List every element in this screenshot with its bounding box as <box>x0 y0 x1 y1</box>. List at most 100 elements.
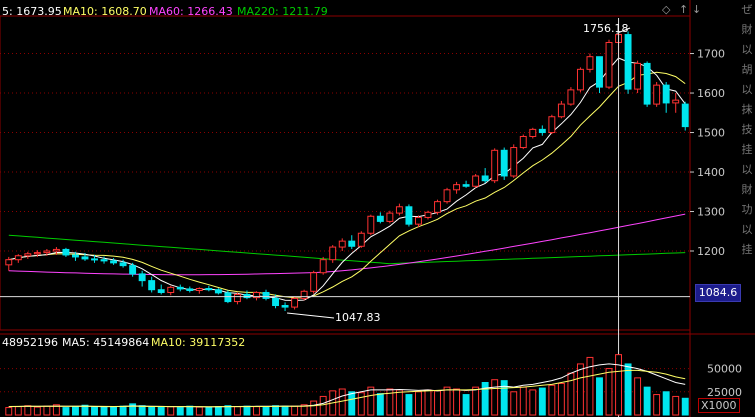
right-toolbar: ぜ財以胡以抹技挂以財功以挂 <box>739 0 755 417</box>
stock-chart[interactable]: 1200 1300 1400 1500 1600 1700 25000 50000 <box>0 0 755 417</box>
volume-bar <box>395 389 403 416</box>
volume-bar <box>567 372 575 416</box>
volume-bar <box>548 384 556 416</box>
volume-bar <box>462 394 470 416</box>
volume-bar <box>576 363 584 416</box>
candle-body <box>138 273 146 282</box>
candle-body <box>510 147 518 177</box>
candle-body <box>243 293 251 299</box>
side-tab-glyph[interactable]: 財 <box>740 183 754 197</box>
volume-bar <box>519 386 527 416</box>
candle-body <box>529 128 537 137</box>
candle-body <box>52 248 60 252</box>
candle-body <box>233 293 241 303</box>
candle-body <box>148 280 156 291</box>
ma5-line <box>8 57 686 301</box>
candle-body <box>81 256 89 260</box>
volume-bar <box>529 389 537 416</box>
candle-body <box>167 286 175 293</box>
side-tab-glyph[interactable]: 挂 <box>740 143 754 157</box>
diamond-icon[interactable]: ◇ <box>662 3 670 16</box>
low-pointer <box>287 312 335 319</box>
volume-bar <box>272 405 279 416</box>
candle-body <box>338 240 346 248</box>
candle-body <box>186 288 194 292</box>
candle-body <box>176 286 184 290</box>
volume-bar <box>167 406 175 416</box>
side-tab-glyph[interactable]: 以 <box>740 43 754 57</box>
volume-bar <box>205 407 213 416</box>
volume-bar <box>348 391 356 416</box>
side-tab-glyph[interactable]: 以 <box>740 163 754 177</box>
down-arrow-icon[interactable]: ↓ <box>692 3 701 16</box>
candle-body <box>472 175 480 187</box>
volume-bar <box>681 397 689 416</box>
candle-body <box>348 240 356 247</box>
volume-bar <box>615 354 622 416</box>
candle-body <box>62 248 70 256</box>
candle-body <box>681 103 689 128</box>
candle-body <box>605 41 613 88</box>
candle-body <box>291 297 299 308</box>
candle-body <box>386 212 394 222</box>
candle-body <box>643 62 651 105</box>
volume-bar <box>176 407 184 416</box>
volume-bar <box>453 388 461 416</box>
candle-body <box>443 189 451 203</box>
volume-bar <box>424 389 432 416</box>
volume-bar <box>33 406 41 416</box>
volume-bar <box>472 386 480 416</box>
ma10-line <box>8 71 686 299</box>
volume-bar <box>653 394 661 416</box>
volume-bar <box>491 379 499 416</box>
price-tick-label: 1200 <box>697 245 725 258</box>
volume-bar <box>14 406 22 416</box>
volume-bar <box>634 377 642 416</box>
volume-bar <box>253 406 260 416</box>
candle-body <box>329 246 337 261</box>
side-tab-glyph[interactable]: 抹 <box>740 103 754 117</box>
high-price-label: 1756.18 <box>583 22 629 35</box>
candle-body <box>405 206 413 225</box>
side-tab-glyph[interactable]: 胡 <box>740 63 754 77</box>
side-tab-glyph[interactable]: 挂 <box>740 243 754 257</box>
side-tab-glyph[interactable]: 技 <box>740 123 754 137</box>
vol-ma5-legend: MA5: 45149864 <box>62 336 150 349</box>
candle-body <box>33 252 41 255</box>
candle-body <box>262 291 270 299</box>
candle-body <box>272 297 279 307</box>
up-arrow-icon[interactable]: ↑ <box>679 3 688 16</box>
volume-bar <box>5 407 13 416</box>
volume-bar <box>291 405 299 416</box>
volume-bar <box>319 395 327 416</box>
candle-body <box>281 305 289 308</box>
volume-bar <box>605 368 613 416</box>
price-panel-frame <box>0 15 691 331</box>
side-tab-glyph[interactable]: ぜ <box>740 3 754 17</box>
volume-bar <box>443 386 451 416</box>
ma10-legend: MA10: 1608.70 <box>63 5 147 18</box>
volume-unit-label: X1000 <box>698 398 740 413</box>
volume-bar <box>643 386 651 416</box>
candle-body <box>596 56 603 88</box>
candle-body <box>5 259 13 266</box>
candle-body <box>634 62 642 90</box>
volume-bar <box>214 406 222 416</box>
side-tab-glyph[interactable]: 以 <box>740 223 754 237</box>
candle-body <box>491 149 499 182</box>
volume-bar <box>24 405 32 416</box>
side-tab-glyph[interactable]: 以 <box>740 83 754 97</box>
volume-bar <box>110 406 118 416</box>
candle-body <box>300 290 308 299</box>
vol-ma10-legend: MA10: 39117352 <box>151 336 246 349</box>
candle-body <box>72 254 79 258</box>
volume-bar <box>62 407 70 416</box>
candle-body <box>576 68 584 91</box>
volume-bar <box>195 406 203 416</box>
volume-bar <box>510 391 518 416</box>
side-tab-glyph[interactable]: 功 <box>740 203 754 217</box>
price-tick-label: 1500 <box>697 127 725 140</box>
side-tab-glyph[interactable]: 財 <box>740 23 754 37</box>
candle-body <box>224 292 232 303</box>
volume-bar <box>672 395 680 416</box>
